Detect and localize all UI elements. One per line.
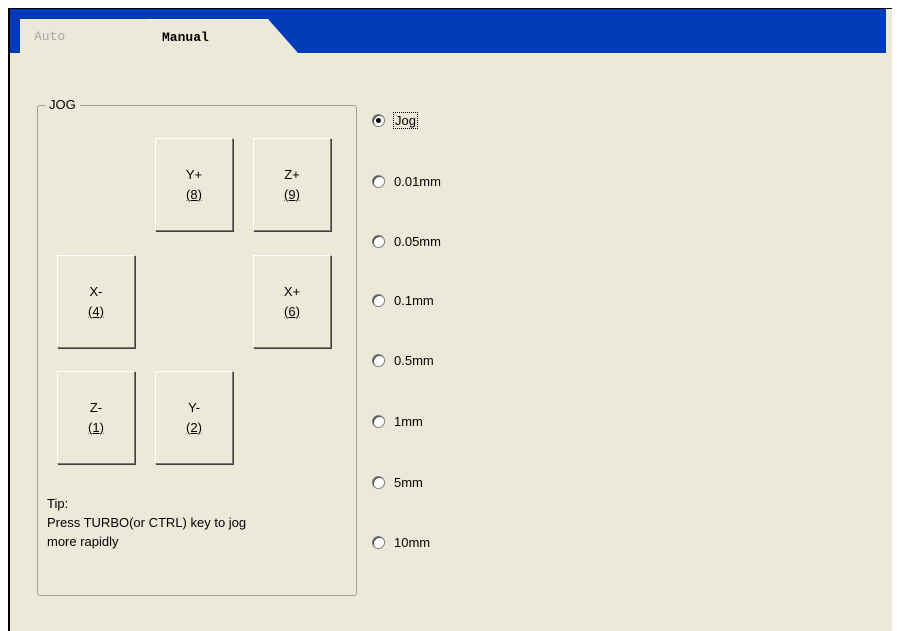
radio-0-01mm-indicator[interactable] bbox=[372, 174, 385, 188]
step-option-label: 0.5mm bbox=[394, 352, 434, 368]
jog-z-minus-axis: Z- bbox=[89, 399, 103, 415]
step-option-label: Jog bbox=[393, 111, 418, 129]
jog-y-plus-button[interactable]: Y+ (8) bbox=[155, 138, 233, 231]
step-option-label: 0.1mm bbox=[394, 292, 434, 308]
tab-strip: Auto Manual bbox=[10, 9, 886, 53]
radio-0-1mm-indicator[interactable] bbox=[372, 293, 385, 307]
step-option-0-01mm[interactable]: 0.01mm bbox=[372, 171, 441, 191]
jog-z-plus-axis: Z+ bbox=[284, 166, 300, 182]
jog-x-minus-button[interactable]: X- (4) bbox=[57, 255, 135, 348]
jog-tip-title: Tip: bbox=[47, 496, 69, 511]
step-option-5mm[interactable]: 5mm bbox=[372, 472, 423, 492]
step-option-0-05mm[interactable]: 0.05mm bbox=[372, 231, 441, 251]
jog-y-minus-axis: Y- bbox=[188, 399, 200, 415]
radio-1mm-indicator[interactable] bbox=[372, 414, 385, 428]
radio-jog-indicator[interactable] bbox=[372, 113, 385, 127]
jog-z-plus-key: (9) bbox=[284, 186, 300, 202]
jog-z-minus-key: (1) bbox=[88, 419, 104, 435]
step-option-0-5mm[interactable]: 0.5mm bbox=[372, 350, 434, 370]
tab-manual-label: Manual bbox=[162, 30, 209, 45]
jog-tip-line2: more rapidly bbox=[47, 534, 119, 549]
jog-x-minus-key: (4) bbox=[88, 303, 104, 319]
radio-10mm-indicator[interactable] bbox=[372, 535, 385, 549]
step-option-1mm[interactable]: 1mm bbox=[372, 411, 423, 431]
jog-y-plus-axis: Y+ bbox=[185, 166, 203, 182]
jog-tip-line1: Press TURBO(or CTRL) key to jog bbox=[47, 515, 247, 530]
jog-x-plus-key: (6) bbox=[284, 303, 300, 319]
step-option-label: 10mm bbox=[394, 534, 431, 550]
tab-auto-label: Auto bbox=[34, 29, 66, 44]
step-option-label: 0.01mm bbox=[394, 173, 441, 189]
jog-y-minus-button[interactable]: Y- (2) bbox=[155, 371, 233, 464]
jog-y-minus-key: (2) bbox=[186, 419, 202, 435]
radio-5mm-indicator[interactable] bbox=[372, 475, 385, 489]
tab-auto[interactable]: Auto bbox=[20, 19, 170, 53]
jog-y-plus-key: (8) bbox=[186, 186, 202, 202]
step-option-10mm[interactable]: 10mm bbox=[372, 532, 430, 552]
jog-group-title: JOG bbox=[45, 97, 80, 112]
jog-tip: Tip: Press TURBO(or CTRL) key to jog mor… bbox=[47, 494, 357, 551]
jog-x-plus-button[interactable]: X+ (6) bbox=[253, 255, 331, 348]
jog-x-minus-axis: X- bbox=[89, 283, 103, 299]
step-option-label: 1mm bbox=[394, 413, 423, 429]
jog-z-plus-button[interactable]: Z+ (9) bbox=[253, 138, 331, 231]
step-option-label: 0.05mm bbox=[394, 233, 441, 249]
manual-panel-window: Auto Manual JOG Y+ (8) Z+ (9) X- (4) X+ … bbox=[8, 8, 892, 631]
step-option-label: 5mm bbox=[394, 474, 423, 490]
radio-0-05mm-indicator[interactable] bbox=[372, 234, 385, 248]
jog-z-minus-button[interactable]: Z- (1) bbox=[57, 371, 135, 464]
jog-x-plus-axis: X+ bbox=[283, 283, 301, 299]
step-option-jog[interactable]: Jog bbox=[372, 110, 418, 130]
radio-0-5mm-indicator[interactable] bbox=[372, 353, 385, 367]
step-option-0-1mm[interactable]: 0.1mm bbox=[372, 290, 434, 310]
